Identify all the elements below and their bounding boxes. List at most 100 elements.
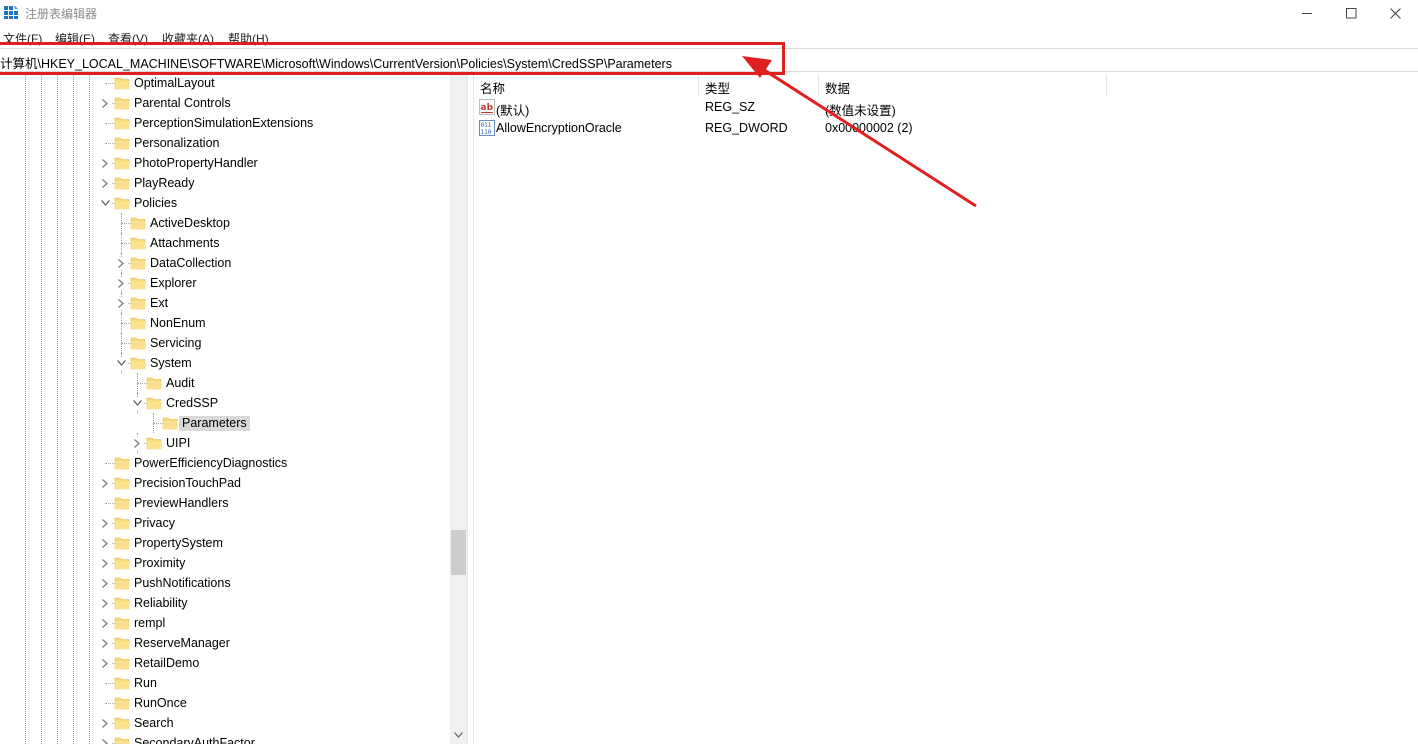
expand-chevron-icon[interactable] (99, 737, 111, 744)
tree-node[interactable]: PushNotifications (0, 573, 450, 593)
tree-node-label[interactable]: Parameters (179, 416, 250, 431)
tree-node-label[interactable]: Parental Controls (131, 96, 234, 111)
scrollbar-thumb[interactable] (451, 530, 466, 575)
expand-chevron-icon[interactable] (99, 637, 111, 649)
value-row[interactable]: 011 110 AllowEncryptionOracle REG_DWORD … (474, 118, 1418, 138)
tree-node[interactable]: RunOnce (0, 693, 450, 713)
tree-node-label[interactable]: PrecisionTouchPad (131, 476, 244, 491)
tree-node[interactable]: NonEnum (0, 313, 450, 333)
close-button[interactable] (1372, 0, 1418, 26)
tree-scrollbar[interactable] (450, 72, 467, 744)
tree-node[interactable]: CredSSP (0, 393, 450, 413)
expand-chevron-icon[interactable] (99, 597, 111, 609)
tree-node[interactable]: Parental Controls (0, 93, 450, 113)
tree-node[interactable]: Privacy (0, 513, 450, 533)
tree-node[interactable]: PowerEfficiencyDiagnostics (0, 453, 450, 473)
expand-chevron-icon[interactable] (99, 557, 111, 569)
tree-node-label[interactable]: Personalization (131, 136, 222, 151)
tree-node-label[interactable]: PlayReady (131, 176, 197, 191)
tree-node[interactable]: Explorer (0, 273, 450, 293)
tree-node-label[interactable]: Audit (163, 376, 198, 391)
expand-chevron-icon[interactable] (131, 437, 143, 449)
tree-node-label[interactable]: PowerEfficiencyDiagnostics (131, 456, 290, 471)
tree-node[interactable]: PhotoPropertyHandler (0, 153, 450, 173)
tree-node[interactable]: Audit (0, 373, 450, 393)
tree-node-label[interactable]: OptimalLayout (131, 76, 218, 91)
expand-chevron-icon[interactable] (99, 517, 111, 529)
value-row[interactable]: ab (默认) REG_SZ (数值未设置) (474, 97, 1418, 118)
tree-node[interactable]: PreviewHandlers (0, 493, 450, 513)
tree-node[interactable]: RetailDemo (0, 653, 450, 673)
tree-node[interactable]: Search (0, 713, 450, 733)
menu-file[interactable]: 文件(F) (3, 30, 42, 47)
expand-chevron-icon[interactable] (99, 537, 111, 549)
expand-chevron-icon[interactable] (99, 157, 111, 169)
expand-chevron-icon[interactable] (115, 257, 127, 269)
tree-node[interactable]: OptimalLayout (0, 73, 450, 93)
expand-chevron-icon[interactable] (99, 97, 111, 109)
collapse-chevron-icon[interactable] (131, 397, 143, 409)
tree-node-label[interactable]: Servicing (147, 336, 204, 351)
tree-node-label[interactable]: ActiveDesktop (147, 216, 233, 231)
tree-node-label[interactable]: Run (131, 676, 160, 691)
tree-node-label[interactable]: PropertySystem (131, 536, 226, 551)
tree-node[interactable]: System (0, 353, 450, 373)
registry-tree[interactable]: OptimalLayout Parental Controls Perception… (0, 72, 450, 744)
tree-node[interactable]: Policies (0, 193, 450, 213)
expand-chevron-icon[interactable] (99, 657, 111, 669)
tree-node[interactable]: PropertySystem (0, 533, 450, 553)
tree-node[interactable]: DataCollection (0, 253, 450, 273)
pane-splitter[interactable] (467, 72, 474, 744)
tree-node-label[interactable]: CredSSP (163, 396, 221, 411)
tree-node[interactable]: Parameters (0, 413, 450, 433)
menu-view[interactable]: 查看(V) (108, 30, 148, 47)
tree-node-label[interactable]: Policies (131, 196, 180, 211)
menu-edit[interactable]: 编辑(E) (55, 30, 95, 47)
address-bar[interactable]: 计算机\HKEY_LOCAL_MACHINE\SOFTWARE\Microsof… (0, 48, 1418, 72)
tree-node-label[interactable]: UIPI (163, 436, 193, 451)
tree-node[interactable]: Ext (0, 293, 450, 313)
tree-node-label[interactable]: Reliability (131, 596, 191, 611)
tree-node-label[interactable]: SecondaryAuthFactor (131, 736, 258, 744)
tree-node-label[interactable]: PerceptionSimulationExtensions (131, 116, 316, 131)
tree-node-label[interactable]: RunOnce (131, 696, 190, 711)
tree-node[interactable]: Personalization (0, 133, 450, 153)
expand-chevron-icon[interactable] (99, 577, 111, 589)
tree-node-label[interactable]: NonEnum (147, 316, 209, 331)
tree-node-label[interactable]: PreviewHandlers (131, 496, 231, 511)
tree-node[interactable]: Proximity (0, 553, 450, 573)
tree-node-label[interactable]: System (147, 356, 195, 371)
expand-chevron-icon[interactable] (99, 717, 111, 729)
tree-node[interactable]: UIPI (0, 433, 450, 453)
tree-node-label[interactable]: rempl (131, 616, 168, 631)
tree-node[interactable]: PerceptionSimulationExtensions (0, 113, 450, 133)
expand-chevron-icon[interactable] (99, 177, 111, 189)
tree-node[interactable]: ActiveDesktop (0, 213, 450, 233)
tree-node-label[interactable]: RetailDemo (131, 656, 202, 671)
tree-node-label[interactable]: DataCollection (147, 256, 234, 271)
menu-favorites[interactable]: 收藏夹(A) (162, 30, 214, 47)
collapse-chevron-icon[interactable] (99, 197, 111, 209)
tree-node[interactable]: rempl (0, 613, 450, 633)
tree-node[interactable]: PlayReady (0, 173, 450, 193)
tree-node-label[interactable]: PushNotifications (131, 576, 234, 591)
scroll-down-icon[interactable] (454, 732, 463, 738)
tree-node[interactable]: Reliability (0, 593, 450, 613)
tree-node[interactable]: SecondaryAuthFactor (0, 733, 450, 744)
expand-chevron-icon[interactable] (115, 297, 127, 309)
tree-node-label[interactable]: Ext (147, 296, 171, 311)
values-list[interactable]: 名称 类型 数据 ab (默认) REG_SZ (数值未设置) 011 110 … (474, 72, 1418, 744)
expand-chevron-icon[interactable] (99, 617, 111, 629)
tree-node-label[interactable]: ReserveManager (131, 636, 233, 651)
tree-node[interactable]: PrecisionTouchPad (0, 473, 450, 493)
menu-help[interactable]: 帮助(H) (228, 30, 269, 47)
tree-node-label[interactable]: Attachments (147, 236, 222, 251)
tree-node[interactable]: Servicing (0, 333, 450, 353)
tree-node-label[interactable]: PhotoPropertyHandler (131, 156, 261, 171)
minimize-button[interactable] (1284, 0, 1330, 26)
tree-node[interactable]: ReserveManager (0, 633, 450, 653)
expand-chevron-icon[interactable] (99, 477, 111, 489)
tree-node[interactable]: Attachments (0, 233, 450, 253)
column-header-name[interactable]: 名称 (474, 74, 699, 96)
tree-node-label[interactable]: Privacy (131, 516, 178, 531)
